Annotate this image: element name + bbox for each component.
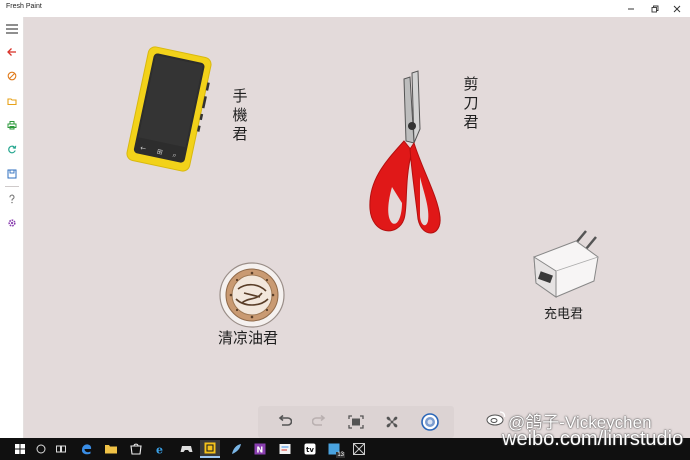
color-picker-button[interactable] [418,411,442,433]
scissors-drawing [369,70,441,234]
minimize-button[interactable] [618,0,644,17]
whiteboard-app-icon [279,444,291,454]
svg-text:tv: tv [306,446,314,454]
weibo-logo-icon [486,411,506,426]
search-button[interactable] [31,440,51,458]
hamburger-menu-button[interactable] [2,19,22,39]
taskbar-game[interactable] [176,440,196,458]
svg-text:N: N [257,446,264,455]
search-icon [36,444,46,454]
back-arrow-icon [7,48,16,56]
close-icon [673,5,681,12]
gamepad-icon [180,446,192,452]
taskbar-fresh-paint[interactable] [200,440,220,458]
tv-app-icon: tv [304,443,316,455]
folder-icon [105,445,117,454]
store-icon [130,443,142,455]
share-button[interactable] [2,139,22,159]
fit-screen-button[interactable] [344,411,368,433]
fresh-paint-window: Fresh Paint ← ⊞ ⌕ 手機君 剪刀君 充电君 清凉油君 e N t… [0,0,690,460]
taskbar-app-blue[interactable] [226,440,246,458]
settings-icon [8,219,16,227]
restore-icon [651,5,659,12]
painting-canvas[interactable]: ← ⊞ ⌕ 手機君 剪刀君 充电君 清凉油君 [24,17,690,438]
help-button[interactable] [2,189,22,209]
taskbar-edge[interactable] [76,440,96,458]
share-icon [8,145,17,154]
onenote-icon: N [254,443,266,455]
balm-tin-drawing [219,262,285,328]
task-view-icon [56,445,66,453]
new-painting-icon [7,71,17,81]
print-icon [7,121,17,130]
grid-app-icon [353,443,365,455]
taskbar-badge: 13 [336,452,345,458]
start-button[interactable] [10,440,30,458]
taskbar-store[interactable] [126,440,146,458]
taskbar-onenote[interactable]: N [250,440,270,458]
undo-button[interactable] [272,411,296,433]
taskbar-app-badge[interactable]: 13 [324,440,345,458]
phone-label: 手機君 [232,87,248,143]
balm-label: 清凉油君 [218,329,279,347]
save-icon [7,169,17,179]
help-icon [9,194,15,204]
task-view-button[interactable] [52,440,72,458]
redo-button[interactable] [308,411,332,433]
color-picker-icon [421,413,439,431]
watermark-url: weibo.com/linrstudio [502,428,684,450]
charger-label: 充电君 [544,307,584,322]
open-folder-icon [7,98,17,106]
title-bar: Fresh Paint [0,0,690,17]
back-button[interactable] [2,42,22,62]
taskbar-app-white[interactable] [275,440,295,458]
taskbar-app-grid[interactable] [349,440,369,458]
open-button[interactable] [2,91,22,111]
new-painting-button[interactable] [2,66,22,86]
minimize-icon [628,8,634,9]
taskbar-app-tv[interactable]: tv [300,440,320,458]
phone-drawing: ← ⊞ ⌕ [126,46,212,172]
settings-button[interactable] [2,213,22,233]
fit-screen-icon [348,415,364,429]
sidebar [0,17,24,438]
taskbar-ie[interactable]: e [151,440,171,458]
taskbar-file-explorer[interactable] [101,440,121,458]
fan-dry-button[interactable] [380,411,404,433]
feather-app-icon [232,444,241,454]
charger-drawing [533,230,599,298]
print-button[interactable] [2,115,22,135]
undo-icon [278,415,292,426]
close-button[interactable] [664,0,690,17]
scissors-label: 剪刀君 [463,75,479,131]
fresh-paint-app-icon [204,442,216,454]
save-button[interactable] [2,164,22,184]
redo-icon [312,415,326,426]
sidebar-divider [5,186,19,187]
internet-explorer-icon: e [156,444,163,456]
windows-logo-icon [15,444,25,454]
menu-icon [6,24,18,34]
fan-icon [386,416,398,428]
bottom-toolbar [258,406,454,438]
edge-browser-icon [81,444,92,455]
svg-text:e: e [156,444,163,456]
window-title: Fresh Paint [6,3,42,10]
